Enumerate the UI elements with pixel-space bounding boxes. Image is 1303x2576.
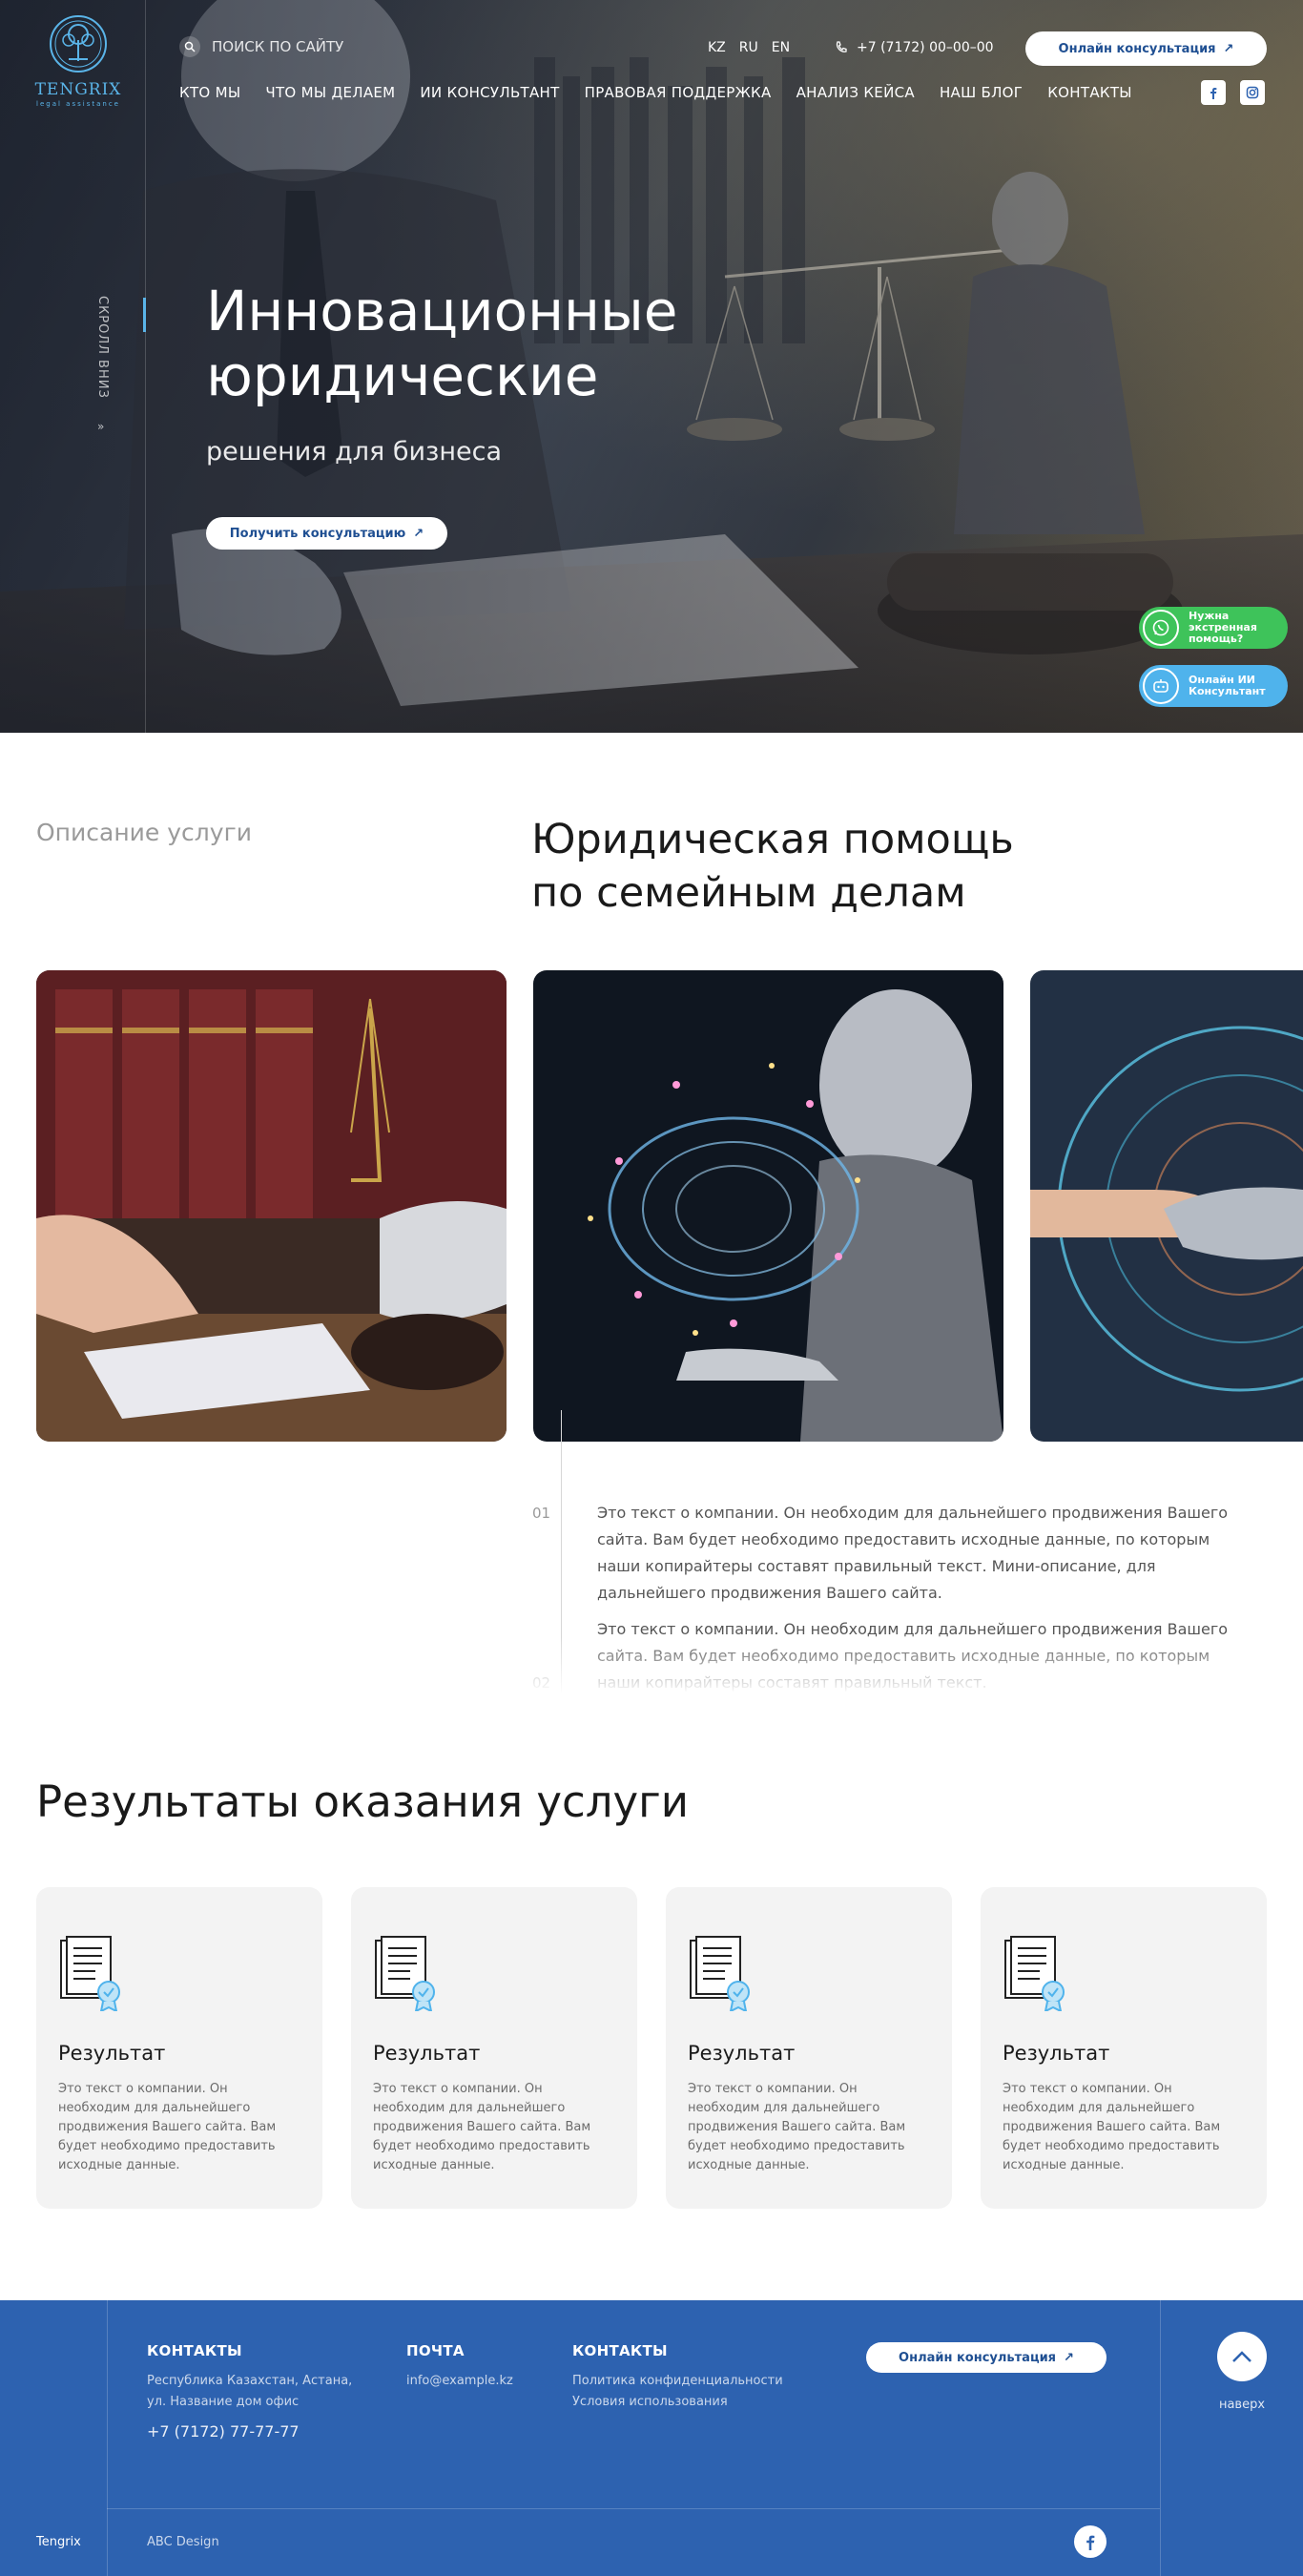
search-label: ПОИСК ПО САЙТУ (212, 38, 344, 55)
certificate-document-icon (690, 1936, 750, 2011)
lang-en[interactable]: EN (772, 40, 790, 55)
result-title: Результат (688, 2042, 796, 2065)
logo-wordmark: TENGRIX (34, 80, 122, 99)
results-title: Результаты оказания услуги (36, 1776, 689, 1827)
step-number-1: 01 (532, 1505, 551, 1522)
certificate-document-icon (1004, 1936, 1065, 2011)
lang-ru[interactable]: RU (739, 40, 758, 55)
arrow-up-right-icon: ↗ (413, 526, 424, 541)
hero-title-line-1: Инновационные (206, 279, 678, 343)
nav-item-what-we-do[interactable]: ЧТО МЫ ДЕЛАЕМ (265, 84, 395, 101)
step-text-1: Это текст о компании. Он необходим для д… (597, 1504, 1229, 1602)
result-text: Это текст о компании. Он необходим для д… (58, 2082, 277, 2172)
language-switcher: KZ RU EN (708, 40, 790, 55)
nav-item-who-we-are[interactable]: КТО МЫ (179, 84, 240, 101)
footer-phone[interactable]: +7 (7172) 77-77-77 (147, 2422, 300, 2441)
footer-facebook-icon[interactable] (1074, 2525, 1107, 2558)
footer-email[interactable]: info@example.kz (406, 2371, 513, 2392)
site-search[interactable]: ПОИСК ПО САЙТУ (179, 36, 343, 57)
emergency-label: Нужна экстренная помощь? (1189, 610, 1257, 645)
chevron-up-icon (1232, 2351, 1251, 2362)
footer-divider-right (1160, 2300, 1161, 2576)
hero-title-line-2: юридические (206, 343, 599, 408)
text-fade-overlay (515, 1637, 1303, 1700)
result-title: Результат (1003, 2042, 1110, 2065)
footer-consult-label: Онлайн консультация (899, 2350, 1057, 2365)
header-phone-number: +7 (7172) 00–00–00 (857, 40, 994, 55)
certificate-document-icon (60, 1936, 120, 2011)
footer-links-heading: КОНТАКТЫ (572, 2342, 668, 2359)
footer-address-line-1: Республика Казахстан, Астана, (147, 2374, 353, 2388)
service-title-line-1: Юридическая помощь (531, 816, 1014, 863)
footer-brand: Tengrix (36, 2535, 81, 2549)
result-title: Результат (373, 2042, 481, 2065)
hero-title: Инновационные юридические (206, 279, 677, 408)
whatsapp-icon (1143, 610, 1179, 646)
instagram-icon[interactable] (1240, 80, 1265, 105)
footer-divider-left (107, 2300, 108, 2576)
footer-privacy-link[interactable]: Политика конфиденциальности (572, 2371, 783, 2392)
result-card: Результат Это текст о компании. Он необх… (351, 1887, 637, 2209)
online-consult-button[interactable]: Онлайн консультация ↗ (1025, 31, 1267, 66)
result-text: Это текст о компании. Он необходим для д… (1003, 2082, 1221, 2172)
get-consultation-label: Получить консультацию (229, 526, 406, 541)
certificate-document-icon (375, 1936, 435, 2011)
footer-credit[interactable]: ABC Design (147, 2532, 219, 2553)
service-image-signing (36, 970, 507, 1442)
nav-item-legal-support[interactable]: ПРАВОВАЯ ПОДДЕРЖКА (585, 84, 772, 101)
hero-section: TENGRIX legal assistance ПОИСК ПО САЙТУ … (0, 0, 1303, 733)
footer-contacts-heading: КОНТАКТЫ (147, 2342, 242, 2359)
footer: КОНТАКТЫ Республика Казахстан, Астана, у… (0, 2300, 1303, 2576)
result-title: Результат (58, 2042, 166, 2065)
chevron-double-down-icon: » (97, 420, 105, 433)
hero-divider (145, 0, 146, 733)
service-label: Описание услуги (36, 819, 252, 846)
result-card: Результат Это текст о компании. Он необх… (666, 1887, 952, 2209)
footer-mail-heading: ПОЧТА (406, 2342, 465, 2359)
service-title-line-2: по семейным делам (531, 869, 966, 917)
header-phone[interactable]: +7 (7172) 00–00–00 (834, 40, 994, 55)
arrow-up-right-icon: ↗ (1223, 41, 1234, 56)
nav-item-blog[interactable]: НАШ БЛОГ (940, 84, 1023, 101)
facebook-icon[interactable] (1201, 80, 1226, 105)
nav-item-contacts[interactable]: КОНТАКТЫ (1047, 84, 1132, 101)
emergency-whatsapp-button[interactable]: Нужна экстренная помощь? (1139, 607, 1288, 649)
service-title: Юридическая помощь по семейным делам (531, 813, 1014, 920)
scroll-to-top-label: наверх (1218, 2398, 1266, 2412)
result-text: Это текст о компании. Он необходим для д… (373, 2082, 591, 2172)
nav-item-case-analysis[interactable]: АНАЛИЗ КЕЙСА (796, 84, 915, 101)
ai-consultant-button[interactable]: Онлайн ИИ Консультант (1139, 665, 1288, 707)
online-consult-label: Онлайн консультация (1058, 41, 1216, 56)
phone-icon (836, 41, 847, 52)
logo[interactable]: TENGRIX legal assistance (32, 13, 124, 108)
result-card: Результат Это текст о компании. Он необх… (981, 1887, 1267, 2209)
footer-divider-bottom (107, 2508, 1160, 2509)
footer-terms-link[interactable]: Условия использования (572, 2392, 728, 2413)
footer-consult-button[interactable]: Онлайн консультация ↗ (866, 2342, 1107, 2373)
ai-consultant-label: Онлайн ИИ Консультант (1189, 674, 1266, 697)
result-card: Результат Это текст о компании. Он необх… (36, 1887, 322, 2209)
lang-kz[interactable]: KZ (708, 40, 726, 55)
service-image-ai-brain (533, 970, 1003, 1442)
footer-address-line-2: ул. Название дом офис (147, 2395, 300, 2409)
nav-item-ai-consultant[interactable]: ИИ КОНСУЛЬТАНТ (420, 84, 559, 101)
scroll-accent-bar (143, 298, 146, 332)
scroll-down-label[interactable]: СКРОЛЛ ВНИЗ (95, 296, 110, 399)
logo-tagline: legal assistance (36, 100, 120, 108)
robot-icon (1143, 668, 1179, 704)
hero-subtitle: решения для бизнеса (206, 437, 503, 467)
scroll-to-top-button[interactable] (1217, 2332, 1267, 2381)
search-icon (179, 36, 200, 57)
service-image-handshake (1030, 970, 1303, 1442)
footer-address: Республика Казахстан, Астана, ул. Назван… (147, 2371, 352, 2413)
tree-logo-icon (50, 15, 107, 73)
result-text: Это текст о компании. Он необходим для д… (688, 2082, 906, 2172)
arrow-up-right-icon: ↗ (1064, 2350, 1074, 2365)
main-nav: КТО МЫ ЧТО МЫ ДЕЛАЕМ ИИ КОНСУЛЬТАНТ ПРАВ… (179, 84, 1132, 101)
get-consultation-button[interactable]: Получить консультацию ↗ (206, 517, 447, 550)
